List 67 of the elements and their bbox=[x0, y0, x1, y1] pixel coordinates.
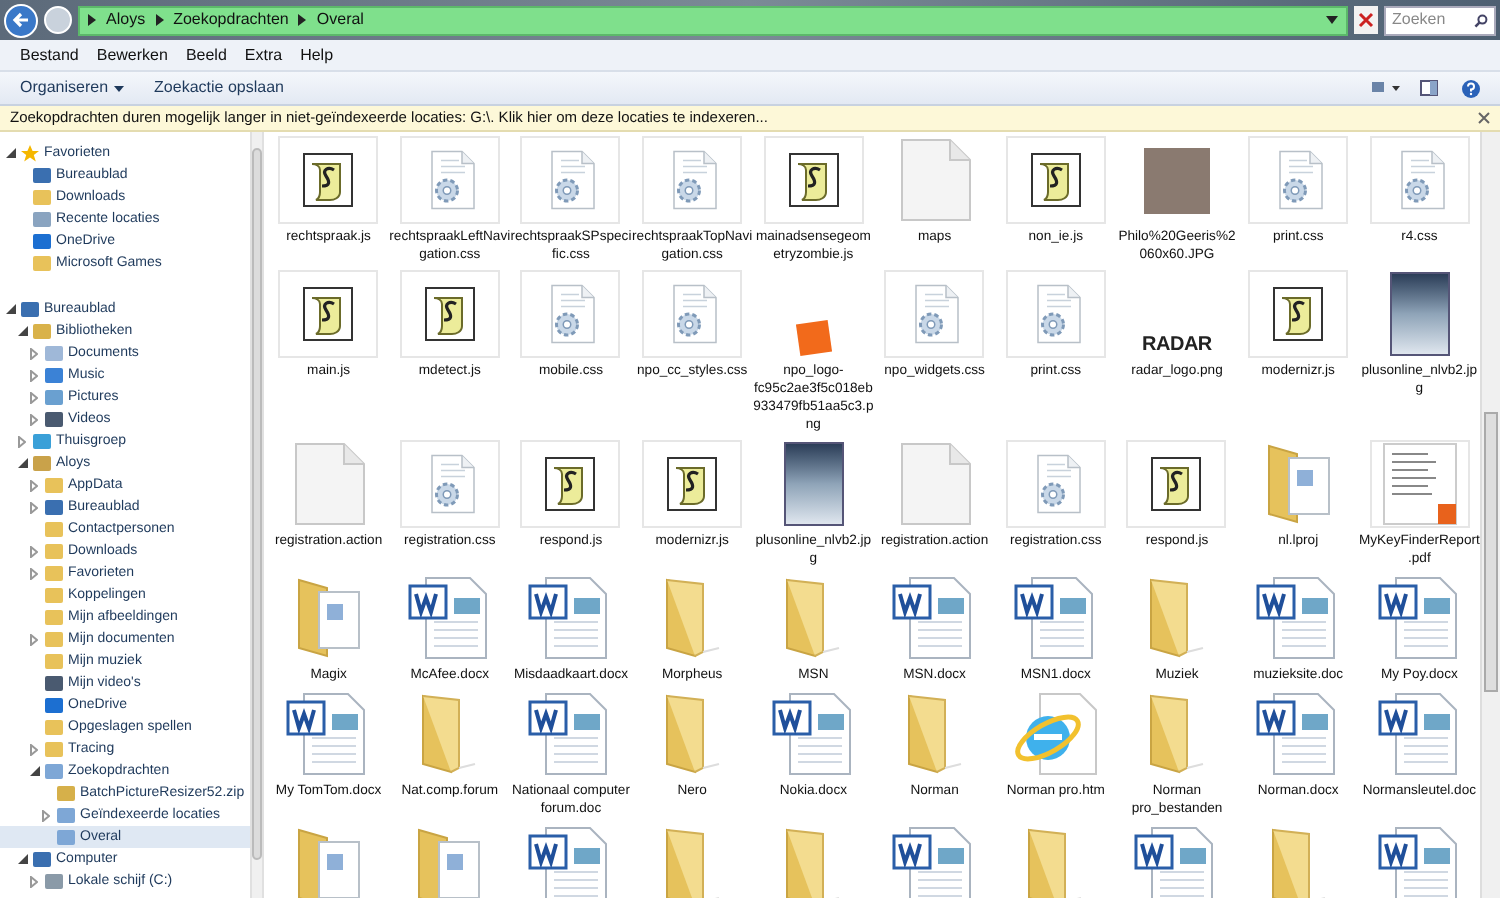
software-box-thumbnail bbox=[1389, 272, 1450, 356]
chevron-right-icon bbox=[298, 14, 307, 26]
collapse-arrow-icon[interactable] bbox=[17, 458, 27, 468]
folder-with-document-icon bbox=[295, 578, 362, 658]
dropdown-caret-icon[interactable] bbox=[1326, 16, 1338, 24]
script-scroll-icon bbox=[787, 152, 840, 208]
search-icon bbox=[1474, 13, 1488, 27]
photo-placeholder bbox=[1143, 147, 1210, 213]
back-button[interactable] bbox=[4, 3, 38, 37]
close-icon bbox=[1358, 12, 1374, 28]
script-scroll-icon bbox=[666, 456, 719, 512]
close-icon[interactable] bbox=[1478, 112, 1490, 124]
menu-item[interactable]: Help bbox=[300, 43, 334, 67]
scrollbar-thumb[interactable] bbox=[1484, 412, 1498, 692]
expand-arrow-icon[interactable] bbox=[30, 369, 38, 381]
logo-thumbnail bbox=[795, 319, 832, 357]
logo-thumbnail: RADAR bbox=[1142, 334, 1212, 358]
collapse-arrow-icon[interactable] bbox=[29, 766, 39, 776]
software-box-thumbnail bbox=[783, 442, 844, 526]
menu-item[interactable]: Extra bbox=[244, 43, 283, 67]
view-options-icon[interactable] bbox=[1372, 80, 1400, 96]
chevron-right-icon bbox=[88, 14, 96, 26]
breadcrumb-link[interactable]: Zoekopdrachten bbox=[173, 8, 289, 32]
menu-item[interactable]: Beeld bbox=[185, 43, 227, 67]
expand-arrow-icon[interactable] bbox=[30, 875, 38, 887]
expand-arrow-icon[interactable] bbox=[30, 391, 38, 403]
clear-button[interactable] bbox=[1354, 6, 1378, 34]
script-scroll-icon bbox=[544, 456, 597, 512]
preview-pane-icon[interactable] bbox=[1420, 80, 1438, 96]
collapse-arrow-icon[interactable] bbox=[17, 326, 27, 336]
caret-icon bbox=[114, 85, 125, 91]
expand-arrow-icon[interactable] bbox=[30, 743, 38, 755]
scrollbar-thumb[interactable] bbox=[252, 148, 262, 860]
script-scroll-icon bbox=[302, 152, 355, 208]
breadcrumb-link[interactable]: Aloys bbox=[106, 8, 146, 32]
help-icon[interactable] bbox=[1462, 79, 1480, 97]
save-search-button[interactable]: Zoekactie opslaan bbox=[154, 76, 284, 100]
expand-arrow-icon[interactable] bbox=[42, 809, 50, 821]
script-scroll-icon bbox=[423, 286, 476, 342]
expand-arrow-icon[interactable] bbox=[30, 479, 38, 491]
script-scroll-icon bbox=[1150, 456, 1203, 512]
expand-arrow-icon[interactable] bbox=[30, 347, 38, 359]
scrollbar[interactable] bbox=[1480, 132, 1500, 898]
expand-arrow-icon[interactable] bbox=[30, 633, 38, 645]
collapse-arrow-icon[interactable] bbox=[5, 304, 15, 314]
script-scroll-icon bbox=[302, 286, 355, 342]
back-arrow-icon bbox=[12, 12, 30, 28]
menu-item[interactable]: Bestand bbox=[20, 43, 79, 67]
search-field[interactable]: Zoeken bbox=[1384, 5, 1496, 35]
collapse-arrow-icon[interactable] bbox=[5, 148, 15, 158]
scrollbar[interactable] bbox=[250, 132, 264, 898]
collapse-arrow-icon[interactable] bbox=[17, 854, 27, 864]
expand-arrow-icon[interactable] bbox=[30, 413, 38, 425]
script-scroll-icon bbox=[1272, 286, 1325, 342]
folder-with-document-icon bbox=[1265, 444, 1332, 524]
organize-button[interactable]: Organiseren bbox=[20, 76, 125, 100]
menu-item[interactable]: Bewerken bbox=[96, 43, 168, 67]
address-field[interactable]: Aloys Zoekopdrachten Overal bbox=[78, 5, 1348, 35]
script-scroll-icon bbox=[1029, 152, 1082, 208]
expand-arrow-icon[interactable] bbox=[30, 501, 38, 513]
expand-arrow-icon[interactable] bbox=[30, 545, 38, 557]
expand-arrow-icon[interactable] bbox=[18, 435, 26, 447]
breadcrumb-link[interactable]: Overal bbox=[316, 8, 364, 32]
chevron-right-icon bbox=[155, 14, 164, 26]
star-icon bbox=[20, 143, 40, 163]
forward-button[interactable] bbox=[44, 6, 72, 34]
expand-arrow-icon[interactable] bbox=[30, 567, 38, 579]
